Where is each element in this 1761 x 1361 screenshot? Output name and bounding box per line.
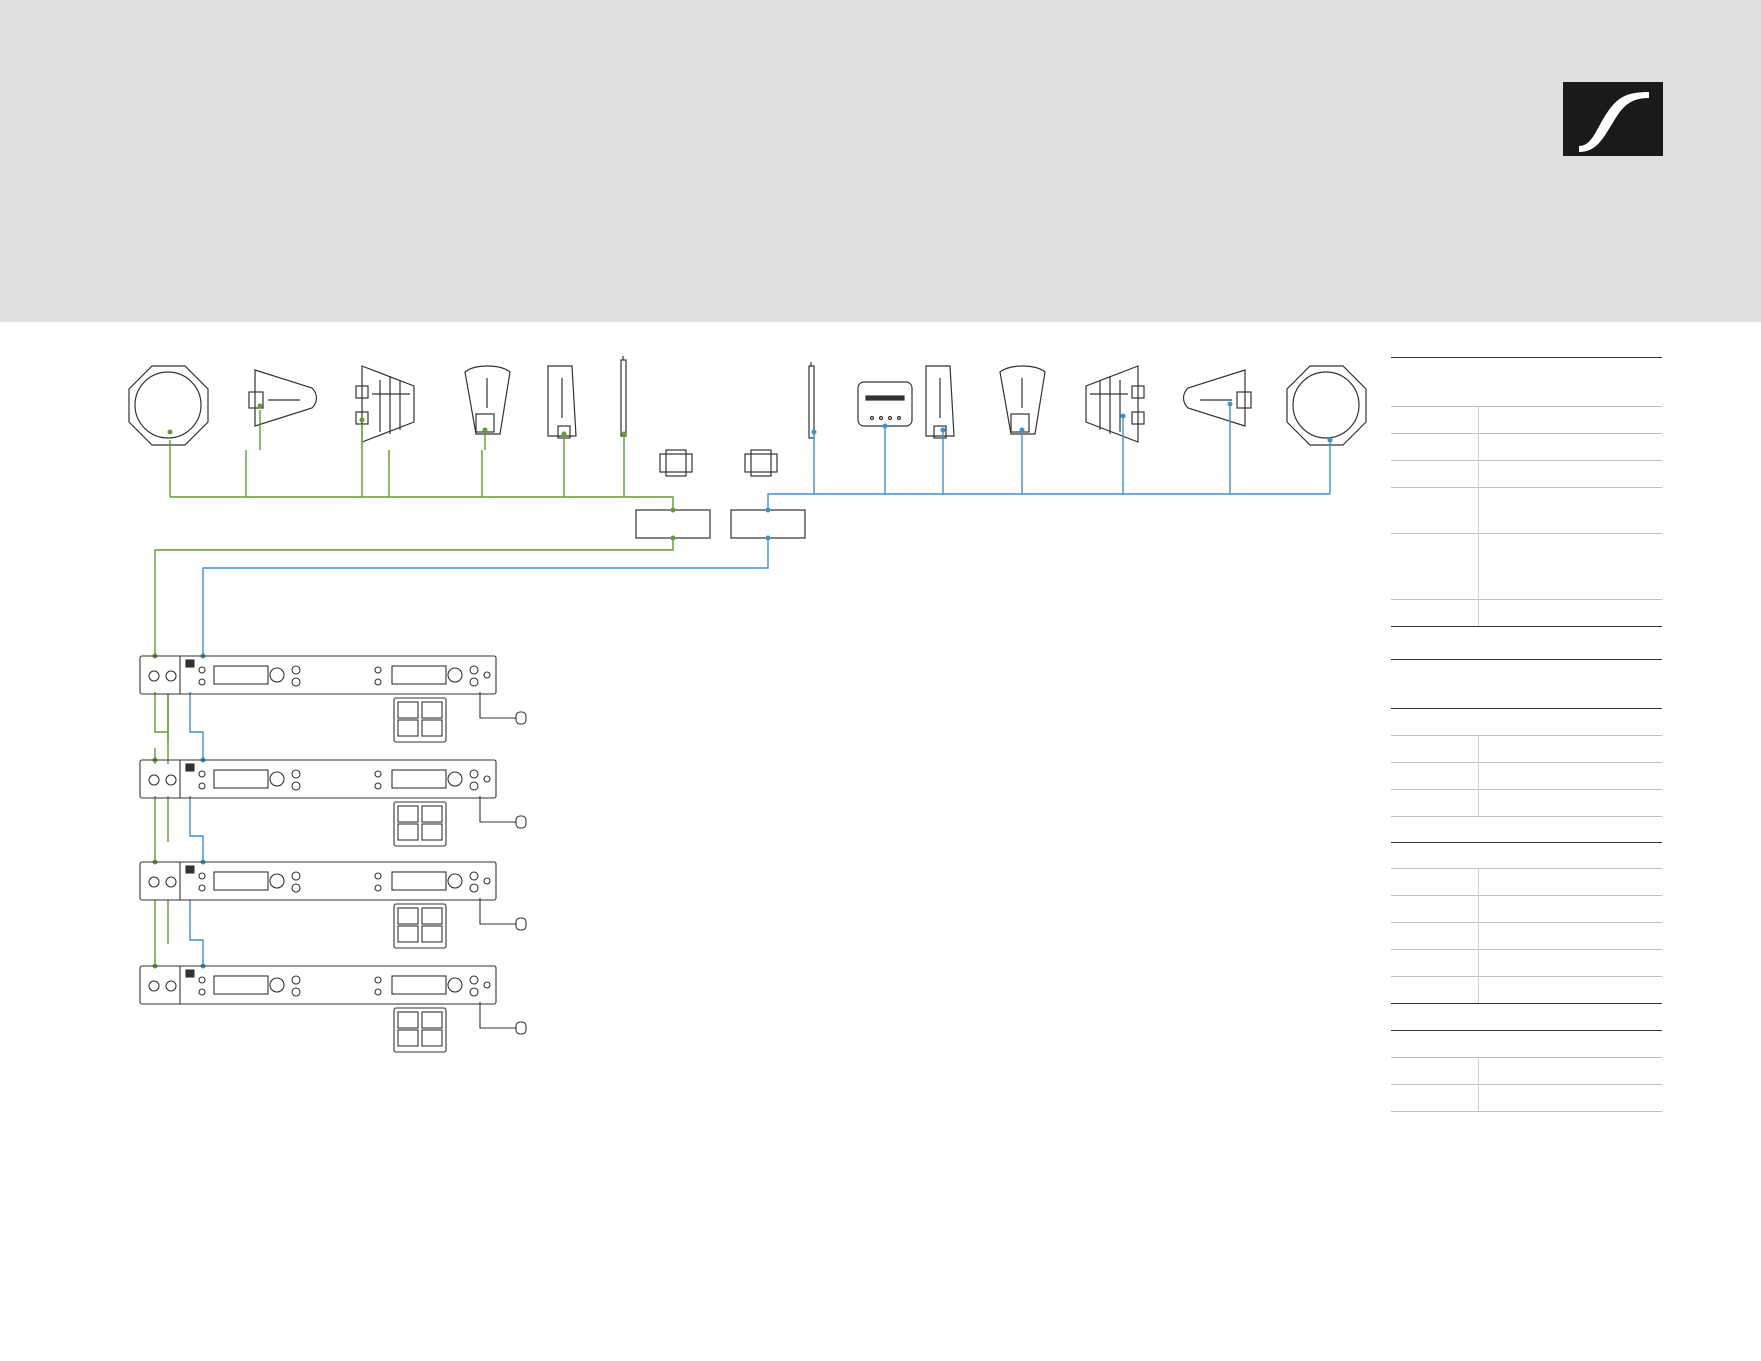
- table-rule: [1391, 487, 1662, 488]
- booster-icon: [744, 449, 778, 477]
- square-antenna-icon: [857, 381, 913, 427]
- table-rule: [1391, 1111, 1662, 1112]
- table-rule: [1391, 1030, 1662, 1031]
- log-periodic-antenna-icon: [355, 365, 415, 443]
- table-column-separator: [1478, 406, 1479, 626]
- table-rule: [1391, 1003, 1662, 1004]
- table-rule: [1391, 949, 1662, 950]
- splitter-box-b: [730, 509, 806, 539]
- table-rule: [1391, 789, 1662, 790]
- table-rule: [1391, 922, 1662, 923]
- slim-antenna-icon: [547, 365, 577, 439]
- table-rule: [1391, 895, 1662, 896]
- splitter-box-a: [635, 509, 711, 539]
- slim-antenna-icon: [925, 365, 955, 439]
- receiver-unit-2: [139, 759, 527, 847]
- paddle-antenna-icon: [1182, 369, 1252, 427]
- sennheiser-logo-icon: [1563, 82, 1663, 156]
- table-rule: [1391, 460, 1662, 461]
- receiver-unit-3: [139, 861, 527, 949]
- table-rule: [1391, 406, 1662, 407]
- wedge-antenna-icon: [464, 365, 511, 435]
- receiver-unit-4: [139, 965, 527, 1053]
- table-rule: [1391, 816, 1662, 817]
- rod-antenna-icon: [620, 356, 627, 437]
- booster-icon: [659, 449, 693, 477]
- table-rule: [1391, 842, 1662, 843]
- table-rule: [1391, 659, 1662, 660]
- rod-antenna-icon: [808, 362, 815, 439]
- dome-antenna-icon: [1286, 365, 1367, 446]
- wedge-antenna-icon: [999, 365, 1046, 435]
- table-rule: [1391, 433, 1662, 434]
- table-column-separator: [1478, 735, 1479, 816]
- table-column-separator: [1478, 868, 1479, 1003]
- table-rule: [1391, 1057, 1662, 1058]
- table-rule: [1391, 762, 1662, 763]
- table-rule: [1391, 533, 1662, 534]
- receiver-unit-1: [139, 655, 527, 743]
- table-rule: [1391, 626, 1662, 627]
- table-rule: [1391, 735, 1662, 736]
- table-rule: [1391, 599, 1662, 600]
- table-rule: [1391, 976, 1662, 977]
- table-column-separator: [1478, 1057, 1479, 1111]
- table-rule: [1391, 868, 1662, 869]
- table-rule: [1391, 708, 1662, 709]
- table-rule: [1391, 357, 1662, 358]
- paddle-antenna-icon: [248, 369, 318, 427]
- header-band: [0, 0, 1761, 322]
- log-periodic-antenna-icon: [1085, 365, 1145, 443]
- system-wiring-diagram: [128, 356, 1367, 1053]
- table-rule: [1391, 1084, 1662, 1085]
